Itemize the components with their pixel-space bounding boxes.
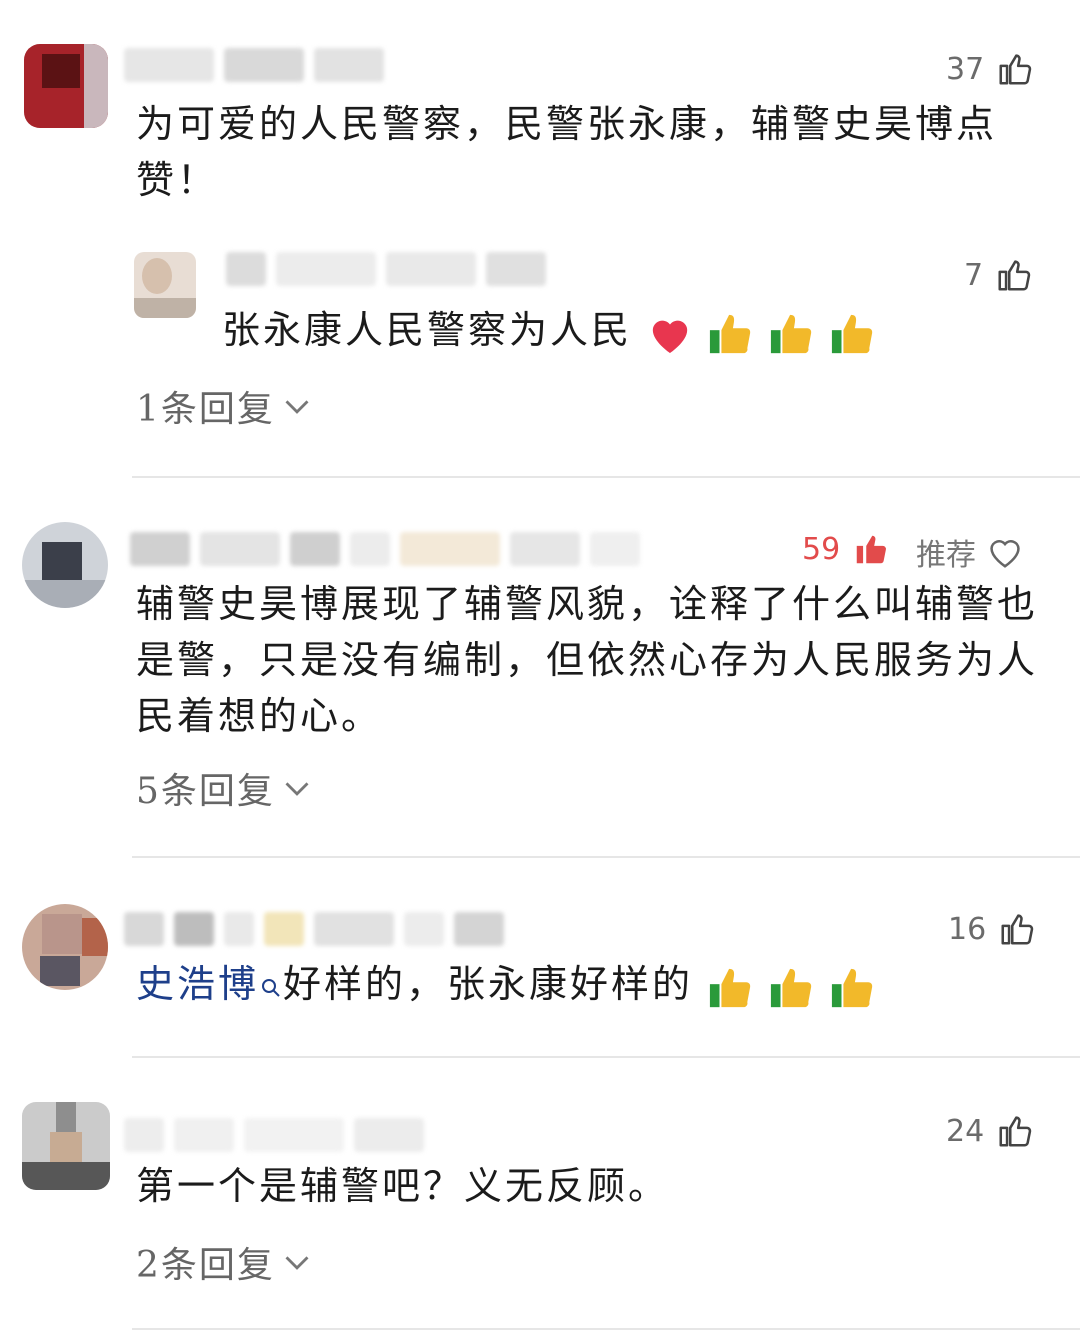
avatar[interactable] xyxy=(22,1102,110,1190)
heart-outline-icon xyxy=(990,540,1020,568)
divider xyxy=(132,1056,1080,1058)
thumbs-up-icon xyxy=(1001,914,1034,945)
thumbs-up-emoji-icon xyxy=(832,968,873,1007)
username-blurred[interactable] xyxy=(124,1118,424,1152)
expand-replies-button[interactable]: 5条回复 xyxy=(136,762,311,814)
reply-like-button[interactable]: 7 xyxy=(964,256,1033,294)
like-count: 59 xyxy=(802,531,841,567)
avatar[interactable] xyxy=(24,44,108,128)
thumbs-up-icon xyxy=(998,260,1031,291)
recommend-button[interactable]: 推荐 xyxy=(916,530,1024,574)
reply-text: 张永康人民警察为人民 xyxy=(222,302,1022,358)
username-blurred[interactable] xyxy=(130,532,640,566)
chevron-down-icon xyxy=(285,1256,309,1270)
like-count: 24 xyxy=(946,1113,985,1149)
like-button[interactable]: 24 xyxy=(946,1112,1034,1150)
comment-text: 史浩博 好样的，张永康好样的 xyxy=(136,956,1036,1012)
chevron-down-icon xyxy=(285,400,309,414)
thumbs-up-icon xyxy=(999,54,1032,85)
comment-text-content: 好样的，张永康好样的 xyxy=(283,962,694,1006)
username-blurred[interactable] xyxy=(124,912,504,946)
chevron-down-icon xyxy=(285,782,309,796)
recommend-label: 推荐 xyxy=(916,538,976,573)
thumbs-up-emoji-icon xyxy=(771,968,812,1007)
avatar[interactable] xyxy=(22,522,108,608)
replies-count-label: 2条回复 xyxy=(136,1245,275,1286)
expand-replies-button[interactable]: 1条回复 xyxy=(136,380,311,432)
thumbs-up-emoji-icon xyxy=(710,314,751,353)
like-button[interactable]: 37 xyxy=(946,50,1034,88)
search-icon[interactable] xyxy=(259,976,283,1000)
comment-text: 第一个是辅警吧？义无反顾。 xyxy=(136,1164,670,1208)
reply-like-count: 7 xyxy=(964,257,984,293)
divider xyxy=(132,856,1080,858)
replies-count-label: 5条回复 xyxy=(136,771,275,812)
like-count: 37 xyxy=(946,51,985,87)
comment-1: 37 为可爱的人民警察，民警张永康，辅警史昊博点赞！ 7 张永康人民警察为人民 … xyxy=(0,0,1080,478)
username-blurred[interactable] xyxy=(124,48,384,82)
thumbs-up-emoji-icon xyxy=(771,314,812,353)
like-button-active[interactable]: 59 xyxy=(802,530,890,568)
thumbs-up-filled-icon xyxy=(856,535,887,564)
like-count: 16 xyxy=(948,911,987,947)
like-button[interactable]: 16 xyxy=(948,910,1036,948)
reply-text-content: 张永康人民警察为人民 xyxy=(222,308,633,352)
avatar[interactable] xyxy=(22,904,108,990)
divider xyxy=(132,1328,1080,1330)
comment-text: 为可爱的人民警察，民警张永康，辅警史昊博点赞！ xyxy=(136,102,998,202)
expand-replies-button[interactable]: 2条回复 xyxy=(136,1236,311,1288)
reply-avatar[interactable] xyxy=(134,252,196,318)
thumbs-up-emoji-icon xyxy=(710,968,751,1007)
heart-emoji-icon xyxy=(652,320,688,353)
reply-username-blurred[interactable] xyxy=(226,252,546,286)
replies-count-label: 1条回复 xyxy=(136,389,275,430)
thumbs-up-icon xyxy=(999,1116,1032,1147)
divider xyxy=(132,476,1080,478)
mention-link[interactable]: 史浩博 xyxy=(136,962,259,1006)
comment-text: 辅警史昊博展现了辅警风貌，诠释了什么叫辅警也是警，只是没有编制，但依然心存为人民… xyxy=(136,582,1039,738)
thumbs-up-emoji-icon xyxy=(832,314,873,353)
